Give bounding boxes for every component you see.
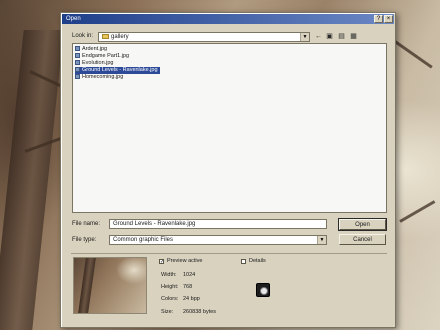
width-value: 1024 xyxy=(183,272,196,278)
file-name: Evolution.jpg xyxy=(82,60,114,66)
filetype-select[interactable]: Common graphic Files ▼ xyxy=(109,235,327,245)
help-button[interactable]: ? xyxy=(374,15,383,23)
lookin-label: Look in: xyxy=(72,33,94,39)
image-file-icon xyxy=(75,60,80,65)
height-label: Height: xyxy=(161,284,179,290)
dialog-titlebar[interactable]: Open ? × xyxy=(62,14,394,24)
file-item-ground-levels[interactable]: Ground Levels - Ravenlake.jpg xyxy=(75,67,160,74)
thumbnail-tree xyxy=(78,258,96,313)
open-dialog: Open ? × Look in: gallery ▼ ← ▣ ▤ ▦ Arde… xyxy=(60,12,396,328)
size-value: 260838 bytes xyxy=(183,309,217,315)
chevron-down-icon[interactable]: ▼ xyxy=(300,33,309,41)
view-menu-icon[interactable]: ▦ xyxy=(349,32,358,41)
dialog-title: Open xyxy=(66,16,81,22)
lookin-value: gallery xyxy=(111,34,129,40)
filename-input[interactable]: Ground Levels - Ravenlake.jpg xyxy=(109,219,327,229)
image-file-icon xyxy=(75,46,80,51)
details-checkbox[interactable] xyxy=(241,259,246,264)
file-item-homecoming[interactable]: Homecoming.jpg xyxy=(75,74,125,81)
file-item-ardent[interactable]: Ardent.jpg xyxy=(75,46,109,53)
file-item-evolution[interactable]: Evolution.jpg xyxy=(75,60,116,67)
preview-panel: ✓ Preview active Details Width: 1024 Hei… xyxy=(71,253,387,326)
file-name: Endgame Part1.jpg xyxy=(82,53,130,59)
preview-thumbnail xyxy=(73,257,147,314)
lookin-select[interactable]: gallery ▼ xyxy=(98,32,310,42)
filetype-label: File type: xyxy=(72,237,97,243)
image-file-icon xyxy=(75,67,80,72)
size-label: Size: xyxy=(161,309,174,315)
new-folder-icon[interactable]: ▤ xyxy=(337,32,346,41)
colors-label: Colors: xyxy=(161,296,179,302)
file-name: Ground Levels - Ravenlake.jpg xyxy=(82,67,158,73)
file-item-endgame[interactable]: Endgame Part1.jpg xyxy=(75,53,131,60)
details-label: Details xyxy=(249,258,266,264)
background-branch xyxy=(399,200,436,223)
image-file-icon xyxy=(75,74,80,79)
filename-label: File name: xyxy=(72,221,101,227)
width-label: Width: xyxy=(161,272,177,278)
open-button[interactable]: Open xyxy=(338,218,387,231)
colors-value: 24 bpp xyxy=(183,296,200,302)
height-value: 768 xyxy=(183,284,193,290)
file-name: Homecoming.jpg xyxy=(82,74,124,80)
background-branch xyxy=(394,40,433,69)
file-name: Ardent.jpg xyxy=(82,46,108,52)
folder-icon xyxy=(102,33,109,39)
background-tree-trunk xyxy=(0,30,64,330)
camera-icon[interactable] xyxy=(256,283,270,297)
file-list[interactable]: Ardent.jpg Endgame Part1.jpg Evolution.j… xyxy=(72,43,387,213)
cancel-button[interactable]: Cancel xyxy=(339,234,386,245)
close-button[interactable]: × xyxy=(384,15,393,23)
chevron-down-icon[interactable]: ▼ xyxy=(317,236,326,244)
preview-active-checkbox[interactable]: ✓ xyxy=(159,259,164,265)
image-file-icon xyxy=(75,53,80,58)
up-folder-icon[interactable]: ▣ xyxy=(325,32,334,41)
preview-active-label: Preview active xyxy=(167,258,203,264)
filetype-value: Common graphic Files xyxy=(113,237,174,243)
back-icon[interactable]: ← xyxy=(314,32,323,41)
